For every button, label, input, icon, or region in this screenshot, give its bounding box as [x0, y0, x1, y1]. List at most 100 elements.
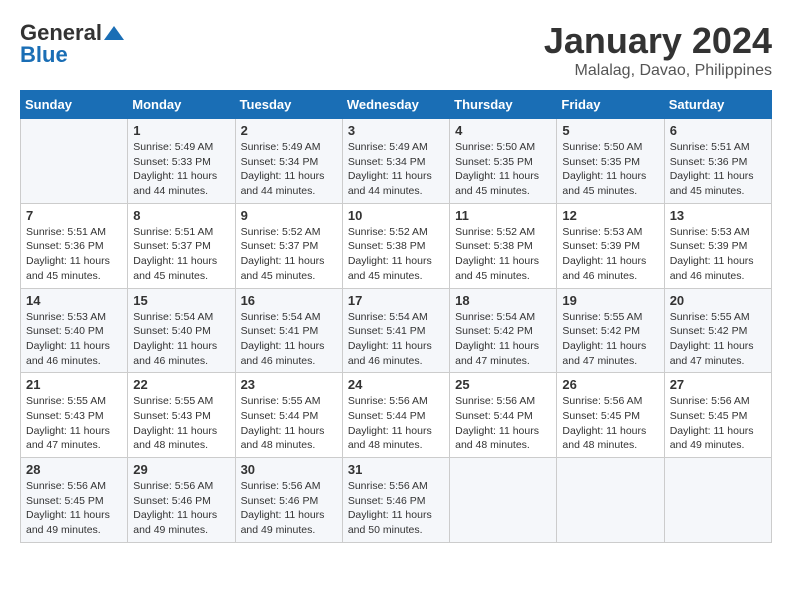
day-number: 10 [348, 208, 444, 223]
calendar-title: January 2024 [544, 20, 772, 62]
day-number: 3 [348, 123, 444, 138]
day-number: 27 [670, 377, 766, 392]
day-number: 23 [241, 377, 337, 392]
day-info: Sunrise: 5:53 AMSunset: 5:40 PMDaylight:… [26, 310, 122, 369]
table-row: 18 Sunrise: 5:54 AMSunset: 5:42 PMDayligh… [450, 288, 557, 373]
week-row-0: 1 Sunrise: 5:49 AMSunset: 5:33 PMDaylight… [21, 119, 772, 204]
day-number: 9 [241, 208, 337, 223]
table-row [21, 119, 128, 204]
calendar-subtitle: Malalag, Davao, Philippines [544, 62, 772, 80]
day-info: Sunrise: 5:54 AMSunset: 5:41 PMDaylight:… [348, 310, 444, 369]
day-info: Sunrise: 5:54 AMSunset: 5:42 PMDaylight:… [455, 310, 551, 369]
day-info: Sunrise: 5:56 AMSunset: 5:44 PMDaylight:… [455, 394, 551, 453]
day-info: Sunrise: 5:50 AMSunset: 5:35 PMDaylight:… [562, 140, 658, 199]
day-info: Sunrise: 5:51 AMSunset: 5:36 PMDaylight:… [26, 225, 122, 284]
day-info: Sunrise: 5:55 AMSunset: 5:43 PMDaylight:… [133, 394, 229, 453]
table-row: 22 Sunrise: 5:55 AMSunset: 5:43 PMDayligh… [128, 373, 235, 458]
table-row: 12 Sunrise: 5:53 AMSunset: 5:39 PMDayligh… [557, 203, 664, 288]
table-row: 23 Sunrise: 5:55 AMSunset: 5:44 PMDayligh… [235, 373, 342, 458]
page-header: General Blue January 2024 Malalag, Davao… [20, 20, 772, 80]
day-number: 11 [455, 208, 551, 223]
day-info: Sunrise: 5:56 AMSunset: 5:46 PMDaylight:… [241, 479, 337, 538]
day-info: Sunrise: 5:55 AMSunset: 5:44 PMDaylight:… [241, 394, 337, 453]
table-row: 15 Sunrise: 5:54 AMSunset: 5:40 PMDayligh… [128, 288, 235, 373]
day-info: Sunrise: 5:53 AMSunset: 5:39 PMDaylight:… [562, 225, 658, 284]
table-row: 8 Sunrise: 5:51 AMSunset: 5:37 PMDaylight… [128, 203, 235, 288]
day-info: Sunrise: 5:56 AMSunset: 5:45 PMDaylight:… [562, 394, 658, 453]
day-info: Sunrise: 5:54 AMSunset: 5:41 PMDaylight:… [241, 310, 337, 369]
header-row: Sunday Monday Tuesday Wednesday Thursday… [21, 91, 772, 119]
table-row: 13Sunrise: 5:53 AMSunset: 5:39 PMDayligh… [664, 203, 771, 288]
day-info: Sunrise: 5:53 AMSunset: 5:39 PMDaylight:… [670, 225, 766, 284]
week-row-1: 7 Sunrise: 5:51 AMSunset: 5:36 PMDaylight… [21, 203, 772, 288]
table-row: 21Sunrise: 5:55 AMSunset: 5:43 PMDayligh… [21, 373, 128, 458]
table-row: 6 Sunrise: 5:51 AMSunset: 5:36 PMDaylight… [664, 119, 771, 204]
table-row: 4 Sunrise: 5:50 AMSunset: 5:35 PMDaylight… [450, 119, 557, 204]
day-info: Sunrise: 5:52 AMSunset: 5:38 PMDaylight:… [348, 225, 444, 284]
day-number: 25 [455, 377, 551, 392]
day-info: Sunrise: 5:49 AMSunset: 5:33 PMDaylight:… [133, 140, 229, 199]
day-info: Sunrise: 5:56 AMSunset: 5:45 PMDaylight:… [26, 479, 122, 538]
day-number: 20 [670, 293, 766, 308]
day-info: Sunrise: 5:56 AMSunset: 5:45 PMDaylight:… [670, 394, 766, 453]
col-tuesday: Tuesday [235, 91, 342, 119]
day-number: 5 [562, 123, 658, 138]
day-info: Sunrise: 5:54 AMSunset: 5:40 PMDaylight:… [133, 310, 229, 369]
table-row: 16 Sunrise: 5:54 AMSunset: 5:41 PMDayligh… [235, 288, 342, 373]
day-number: 26 [562, 377, 658, 392]
day-info: Sunrise: 5:51 AMSunset: 5:36 PMDaylight:… [670, 140, 766, 199]
table-row [557, 458, 664, 543]
day-number: 15 [133, 293, 229, 308]
day-number: 30 [241, 462, 337, 477]
logo: General Blue [20, 20, 126, 68]
day-info: Sunrise: 5:56 AMSunset: 5:46 PMDaylight:… [133, 479, 229, 538]
col-monday: Monday [128, 91, 235, 119]
title-block: January 2024 Malalag, Davao, Philippines [544, 20, 772, 80]
col-friday: Friday [557, 91, 664, 119]
table-row: 19Sunrise: 5:55 AMSunset: 5:42 PMDayligh… [557, 288, 664, 373]
table-row: 17 Sunrise: 5:54 AMSunset: 5:41 PMDayligh… [342, 288, 449, 373]
col-wednesday: Wednesday [342, 91, 449, 119]
day-number: 12 [562, 208, 658, 223]
table-row: 11 Sunrise: 5:52 AMSunset: 5:38 PMDayligh… [450, 203, 557, 288]
week-row-2: 14 Sunrise: 5:53 AMSunset: 5:40 PMDayligh… [21, 288, 772, 373]
day-number: 24 [348, 377, 444, 392]
day-number: 17 [348, 293, 444, 308]
day-info: Sunrise: 5:51 AMSunset: 5:37 PMDaylight:… [133, 225, 229, 284]
table-row: 30 Sunrise: 5:56 AMSunset: 5:46 PMDayligh… [235, 458, 342, 543]
day-number: 22 [133, 377, 229, 392]
table-row [450, 458, 557, 543]
day-number: 4 [455, 123, 551, 138]
day-info: Sunrise: 5:52 AMSunset: 5:38 PMDaylight:… [455, 225, 551, 284]
day-info: Sunrise: 5:50 AMSunset: 5:35 PMDaylight:… [455, 140, 551, 199]
day-number: 16 [241, 293, 337, 308]
table-row: 20Sunrise: 5:55 AMSunset: 5:42 PMDayligh… [664, 288, 771, 373]
day-info: Sunrise: 5:49 AMSunset: 5:34 PMDaylight:… [241, 140, 337, 199]
day-number: 14 [26, 293, 122, 308]
day-number: 1 [133, 123, 229, 138]
table-row: 25 Sunrise: 5:56 AMSunset: 5:44 PMDayligh… [450, 373, 557, 458]
table-row: 7 Sunrise: 5:51 AMSunset: 5:36 PMDaylight… [21, 203, 128, 288]
day-number: 6 [670, 123, 766, 138]
day-number: 2 [241, 123, 337, 138]
day-number: 18 [455, 293, 551, 308]
table-row: 28 Sunrise: 5:56 AMSunset: 5:45 PMDayligh… [21, 458, 128, 543]
day-info: Sunrise: 5:56 AMSunset: 5:44 PMDaylight:… [348, 394, 444, 453]
table-row: 29 Sunrise: 5:56 AMSunset: 5:46 PMDayligh… [128, 458, 235, 543]
table-row: 10 Sunrise: 5:52 AMSunset: 5:38 PMDayligh… [342, 203, 449, 288]
day-number: 28 [26, 462, 122, 477]
table-row: 31Sunrise: 5:56 AMSunset: 5:46 PMDayligh… [342, 458, 449, 543]
table-row: 5 Sunrise: 5:50 AMSunset: 5:35 PMDaylight… [557, 119, 664, 204]
table-row: 1 Sunrise: 5:49 AMSunset: 5:33 PMDaylight… [128, 119, 235, 204]
day-info: Sunrise: 5:55 AMSunset: 5:42 PMDaylight:… [562, 310, 658, 369]
logo-blue: Blue [20, 42, 68, 68]
day-info: Sunrise: 5:56 AMSunset: 5:46 PMDaylight:… [348, 479, 444, 538]
day-number: 7 [26, 208, 122, 223]
table-row: 27 Sunrise: 5:56 AMSunset: 5:45 PMDayligh… [664, 373, 771, 458]
day-number: 8 [133, 208, 229, 223]
week-row-4: 28 Sunrise: 5:56 AMSunset: 5:45 PMDayligh… [21, 458, 772, 543]
day-info: Sunrise: 5:49 AMSunset: 5:34 PMDaylight:… [348, 140, 444, 199]
logo-icon [104, 26, 124, 40]
table-row [664, 458, 771, 543]
day-number: 29 [133, 462, 229, 477]
